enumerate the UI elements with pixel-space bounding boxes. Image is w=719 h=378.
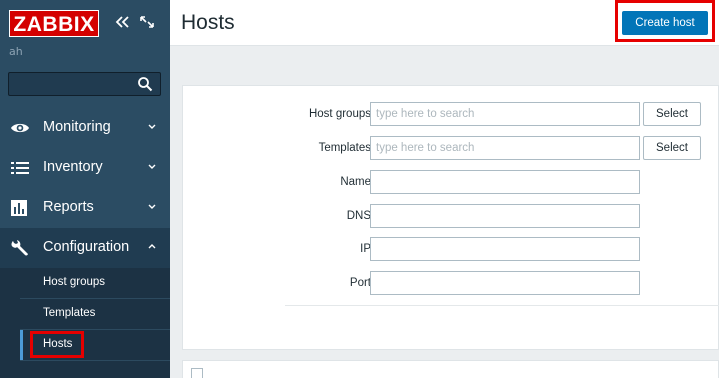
port-input[interactable] (370, 271, 640, 295)
chevron-up-icon (148, 244, 156, 249)
name-input[interactable] (370, 170, 640, 194)
filter-row-port: Port (183, 271, 719, 297)
server-name: ah (9, 45, 23, 58)
menu-label: Configuration (43, 239, 130, 255)
dns-input[interactable] (370, 204, 640, 228)
dns-label: DNS (346, 210, 371, 222)
ip-input[interactable] (370, 237, 640, 261)
create-host-button[interactable]: Create host (622, 11, 708, 35)
host-groups-select-button[interactable]: Select (643, 102, 701, 126)
filter-row-ip: IP (183, 237, 719, 263)
filter-row-host-groups: Host groups Select (183, 102, 719, 128)
search-icon[interactable] (137, 76, 153, 92)
wrench-icon (11, 240, 28, 256)
templates-input[interactable] (370, 136, 640, 160)
sidebar-search[interactable] (8, 72, 161, 96)
menu-label: Inventory (43, 159, 103, 175)
submenu-label: Host groups (43, 276, 106, 288)
filter-divider (285, 305, 719, 306)
configuration-submenu: Host groups Templates Hosts (0, 268, 170, 378)
divider (20, 360, 170, 361)
filter-row-dns: DNS (183, 204, 719, 230)
menu-label: Reports (43, 199, 94, 215)
kiosk-mode-icon[interactable] (139, 13, 155, 31)
name-label: Name (340, 176, 371, 188)
page-title: Hosts (181, 11, 235, 34)
chevron-down-icon (148, 124, 156, 129)
menu-item-configuration[interactable]: Configuration (0, 228, 170, 268)
templates-label: Templates (318, 142, 371, 154)
sidebar: ZABBIX ah Monitoring Inventory Reports C… (0, 0, 170, 378)
list-icon (11, 162, 29, 174)
port-label: Port (349, 277, 371, 289)
menu-item-reports[interactable]: Reports (0, 188, 170, 228)
logo-row: ZABBIX (0, 0, 170, 44)
menu-item-monitoring[interactable]: Monitoring (0, 108, 170, 148)
hosts-table-header (182, 360, 719, 378)
submenu-item-templates[interactable]: Templates (20, 299, 170, 329)
collapse-sidebar-icon[interactable] (114, 13, 130, 31)
submenu-item-host-groups[interactable]: Host groups (20, 268, 170, 298)
menu-item-inventory[interactable]: Inventory (0, 148, 170, 188)
filter-row-name: Name (183, 170, 719, 196)
select-all-checkbox[interactable] (191, 368, 203, 378)
hosts-highlight-box (30, 331, 84, 358)
host-groups-input[interactable] (370, 102, 640, 126)
templates-select-button[interactable]: Select (643, 136, 701, 160)
create-host-highlight-box: Create host (615, 0, 715, 42)
filter-row-templates: Templates Select (183, 136, 719, 162)
submenu-label: Templates (43, 307, 96, 319)
zabbix-logo[interactable]: ZABBIX (9, 10, 99, 37)
chevron-down-icon (148, 164, 156, 169)
chevron-down-icon (148, 204, 156, 209)
eye-icon (11, 123, 29, 133)
bar-chart-icon (11, 200, 27, 216)
filter-panel: Host groups Select Templates Select Name… (182, 85, 719, 350)
page-header: Hosts Create host (170, 0, 719, 46)
host-groups-label: Host groups (308, 108, 371, 120)
main-content: Hosts Create host Host groups Select Tem… (170, 0, 719, 378)
menu-label: Monitoring (43, 119, 111, 135)
